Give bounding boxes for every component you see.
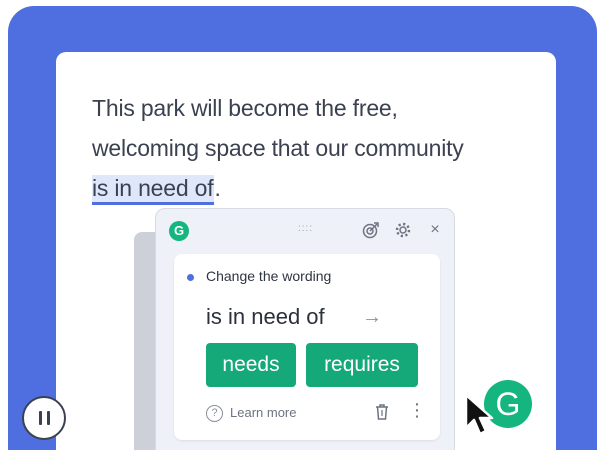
goals-target-icon[interactable] <box>362 221 380 239</box>
mouse-cursor-icon <box>464 393 494 436</box>
grammarly-logo-icon: G <box>169 221 189 241</box>
replacement-needs-button[interactable]: needs <box>206 343 296 387</box>
suggestion-title: Change the wording <box>206 268 332 284</box>
more-options-icon[interactable]: ⋮ <box>408 401 426 419</box>
arrow-right-icon: → <box>362 306 382 328</box>
settings-gear-icon[interactable] <box>394 221 412 239</box>
paragraph-line-1: This park will become the free, <box>92 95 398 121</box>
suggestion-panel: G :::: × Change the wording is in need o… <box>155 208 455 450</box>
learn-more-link[interactable]: Learn more <box>230 405 296 420</box>
dismiss-trash-icon[interactable] <box>374 403 390 421</box>
pause-button[interactable] <box>22 396 66 440</box>
original-phrase: is in need of <box>206 304 325 329</box>
help-icon[interactable]: ? <box>206 405 223 422</box>
paragraph-period: . <box>214 175 221 201</box>
paragraph-line-2: welcoming space that our community <box>92 135 464 161</box>
highlighted-phrase[interactable]: is in need of <box>92 175 215 205</box>
sample-paragraph: This park will become the free, welcomin… <box>92 88 532 208</box>
replacement-requires-button[interactable]: requires <box>306 343 418 387</box>
drag-handle-icon[interactable]: :::: <box>298 223 313 234</box>
suggestion-type-dot <box>187 274 194 281</box>
panel-header: G :::: × <box>156 209 454 251</box>
close-icon[interactable]: × <box>426 221 444 239</box>
suggestion-card: Change the wording is in need of → needs… <box>174 254 440 440</box>
pause-bar-icon <box>38 411 42 425</box>
pause-bar-icon <box>46 411 50 425</box>
